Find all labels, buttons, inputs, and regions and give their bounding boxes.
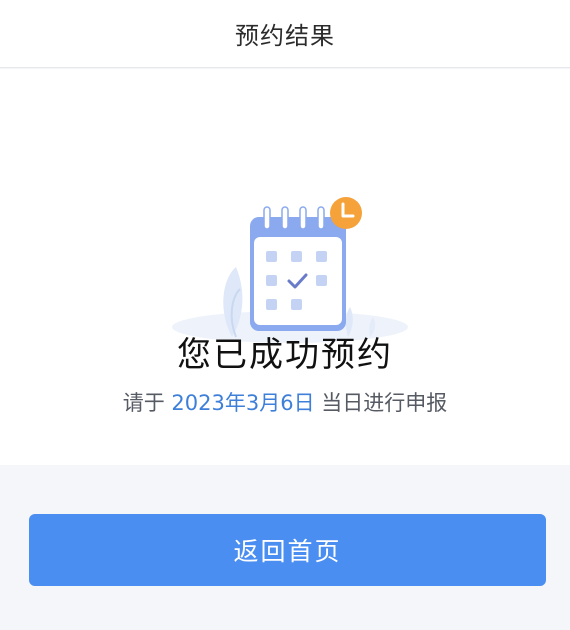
page-title: 预约结果 [235, 22, 335, 50]
back-to-home-button[interactable]: 返回首页 [29, 514, 546, 586]
appointment-instruction: 请于 2023年3月6日 当日进行申报 [0, 387, 570, 417]
success-title: 您已成功预约 [177, 335, 393, 375]
instruction-suffix: 当日进行申报 [321, 391, 448, 415]
instruction-prefix: 请于 [122, 391, 165, 415]
calendar-check-clock-icon [170, 141, 410, 351]
result-card: 您已成功预约 请于 2023年3月6日 当日进行申报 [0, 69, 570, 465]
top-bar: 预约结果 [0, 0, 570, 68]
appointment-date: 2023年3月6日 [171, 391, 315, 415]
